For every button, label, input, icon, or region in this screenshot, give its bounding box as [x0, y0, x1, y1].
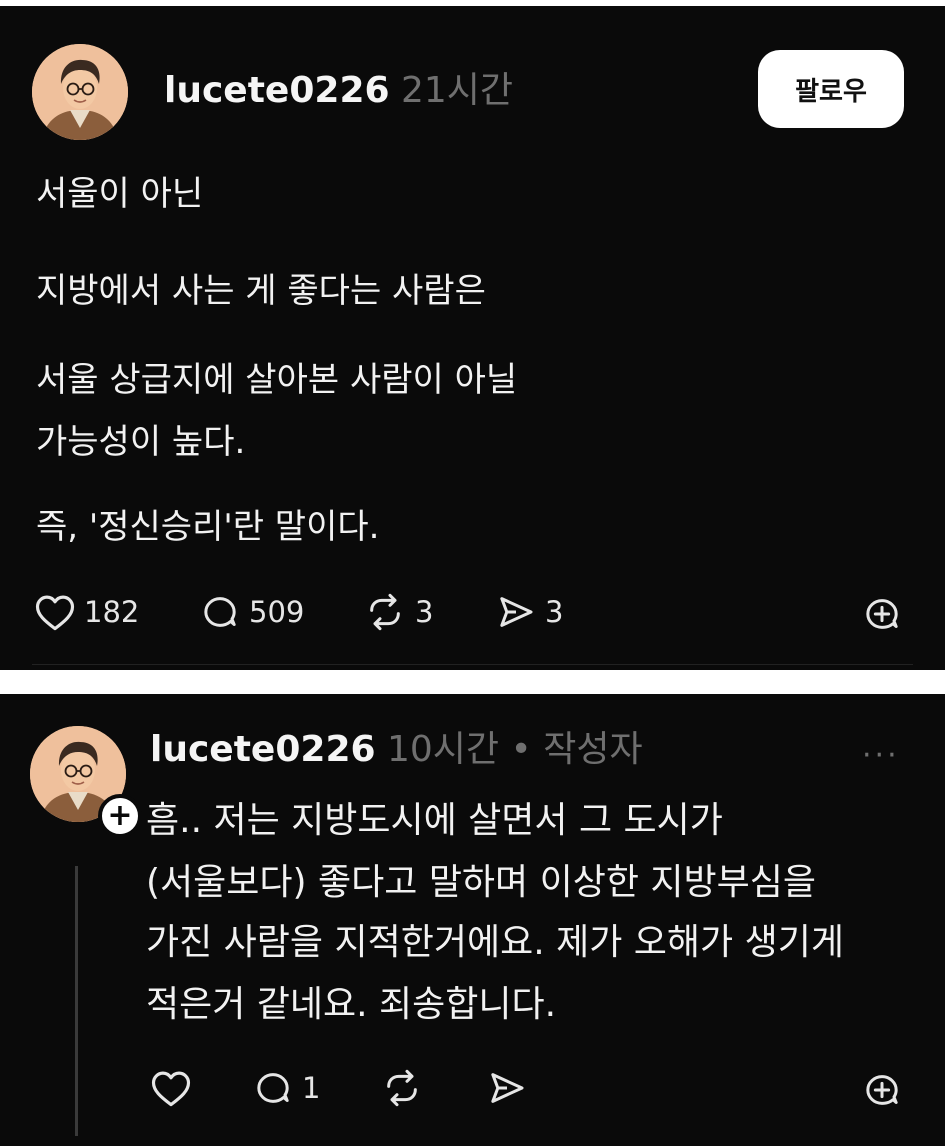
repost-count: 3: [415, 595, 434, 629]
reply-text-line: 적은거 같네요. 죄송합니다.: [146, 984, 557, 1025]
comment-count: 509: [249, 595, 305, 629]
post-text-line: 서울 상급지에 살아본 사람이 아닐: [36, 360, 518, 400]
avatar-illustration: [32, 44, 128, 140]
share-icon: [486, 1068, 528, 1108]
add-icon: [862, 1070, 902, 1110]
thread-line: [75, 866, 78, 1136]
share-button[interactable]: 3: [495, 592, 563, 632]
reply-time: 10시간: [387, 729, 500, 770]
comment-button[interactable]: 509: [199, 592, 304, 632]
add-icon: [862, 594, 902, 634]
reply-header: lucete0226 10시간 • 작성자: [150, 728, 643, 772]
separator-dot: •: [510, 729, 532, 770]
more-options-icon[interactable]: ···: [862, 738, 900, 773]
add-button[interactable]: [862, 1070, 902, 1110]
repost-button[interactable]: [380, 1068, 424, 1108]
like-button[interactable]: [150, 1068, 192, 1108]
avatar[interactable]: [32, 44, 128, 140]
comment-count: 1: [302, 1071, 321, 1105]
follow-button[interactable]: 팔로우: [758, 50, 904, 128]
repost-icon: [363, 592, 407, 632]
username[interactable]: lucete0226: [164, 70, 390, 111]
share-button[interactable]: [486, 1068, 528, 1108]
divider: [32, 664, 913, 665]
add-button[interactable]: [862, 594, 902, 634]
repost-button[interactable]: 3: [363, 592, 433, 632]
follow-plus-icon[interactable]: +: [98, 794, 142, 838]
reply-card: + lucete0226 10시간 • 작성자 ··· 흠.. 저는 지방도시에…: [0, 694, 945, 1146]
like-button[interactable]: 182: [34, 592, 139, 632]
repost-icon: [380, 1068, 424, 1108]
post-text-line: 가능성이 높다.: [36, 422, 246, 462]
comment-icon: [199, 592, 241, 632]
heart-icon: [34, 592, 76, 632]
post-card: lucete0226 21시간 팔로우 서울이 아닌 지방에서 사는 게 좋다는…: [0, 6, 945, 670]
post-text-line: 서울이 아닌: [36, 174, 204, 214]
post-header: lucete0226 21시간: [164, 69, 513, 113]
reply-text-line: 가진 사람을 지적한거에요. 제가 오해가 생기게: [146, 922, 844, 963]
author-badge: 작성자: [543, 729, 643, 770]
share-icon: [495, 592, 537, 632]
reply-text-line: (서울보다) 좋다고 말하며 이상한 지방부심을: [146, 862, 817, 903]
share-count: 3: [545, 595, 564, 629]
like-count: 182: [84, 595, 140, 629]
post-text-line: 즉, '정신승리'란 말이다.: [36, 507, 380, 547]
heart-icon: [150, 1068, 192, 1108]
username[interactable]: lucete0226: [150, 729, 376, 770]
comment-button[interactable]: 1: [252, 1068, 320, 1108]
post-time: 21시간: [401, 70, 514, 111]
comment-icon: [252, 1068, 294, 1108]
reply-text-line: 흠.. 저는 지방도시에 살면서 그 도시가: [146, 800, 723, 841]
post-text-line: 지방에서 사는 게 좋다는 사람은: [36, 271, 486, 311]
